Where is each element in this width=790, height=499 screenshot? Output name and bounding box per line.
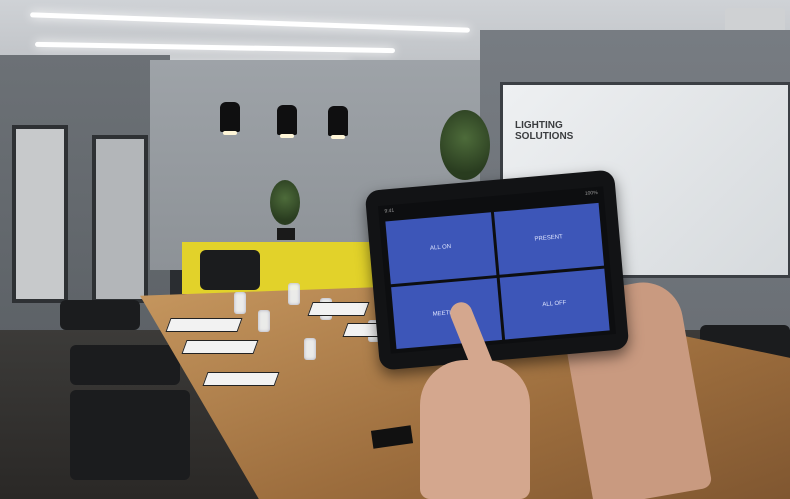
logo-line: SOLUTIONS — [515, 131, 574, 142]
plant — [440, 110, 490, 180]
notebook — [202, 372, 280, 386]
status-time: 9:41 — [384, 207, 395, 215]
plant — [270, 180, 300, 225]
notebook — [165, 318, 243, 332]
status-battery: 100% — [584, 189, 598, 198]
pointing-hand — [420, 360, 530, 499]
tablet: 9:41 100% ALL ON PRESENT MEETING ALL OFF — [364, 169, 630, 371]
pendant-lamp — [220, 102, 240, 135]
water-bottle — [258, 310, 270, 332]
glass-door — [12, 125, 68, 303]
tile-all-off[interactable]: ALL OFF — [499, 268, 610, 340]
water-bottle — [288, 283, 300, 305]
plant-pot — [277, 228, 295, 240]
chair — [60, 300, 140, 330]
tile-all-on[interactable]: ALL ON — [385, 212, 496, 284]
chair — [70, 390, 190, 480]
pendant-lamp — [277, 105, 297, 138]
logo-line: LIGHTING — [515, 120, 563, 131]
conference-room-photo: LIGHTING SOLUTIONS 9:41 100% ALL ON PRES… — [0, 0, 790, 499]
chair — [200, 250, 260, 290]
whiteboard-logo: LIGHTING SOLUTIONS — [515, 120, 573, 142]
water-bottle — [234, 292, 246, 314]
water-bottle — [304, 338, 316, 360]
glass-door — [92, 135, 148, 303]
notebook — [181, 340, 259, 354]
tile-meeting[interactable]: MEETING — [391, 277, 502, 350]
tablet-screen: 9:41 100% ALL ON PRESENT MEETING ALL OFF — [377, 186, 617, 354]
chair — [70, 345, 180, 385]
notebook — [307, 302, 370, 316]
tile-present[interactable]: PRESENT — [493, 202, 604, 275]
pendant-lamp — [328, 106, 348, 139]
control-grid: ALL ON PRESENT MEETING ALL OFF — [385, 202, 610, 350]
